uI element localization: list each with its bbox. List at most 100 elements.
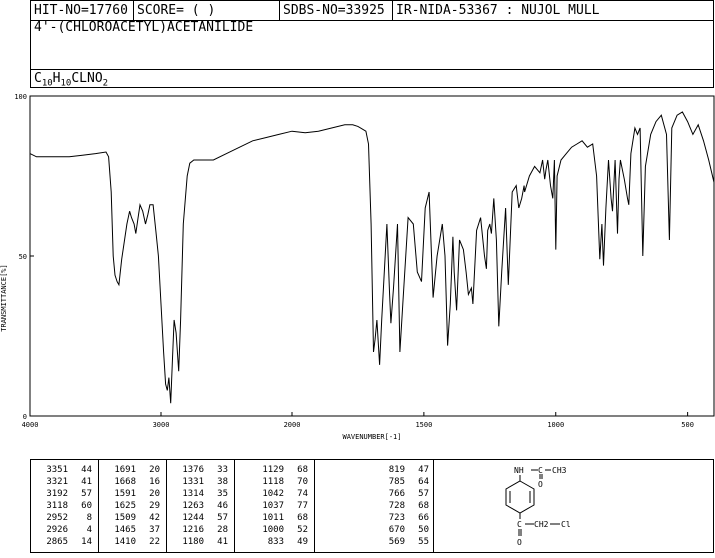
hit-number: HIT-NO=17760 [31,1,134,20]
peak-transmittance: 57 [418,489,429,499]
peak-wavenumber: 766 [388,489,405,499]
peak-wavenumber: 1129 [262,465,284,475]
spectrum-header: HIT-NO=17760 SCORE= ( ) SDBS-NO=33925 IR… [30,0,714,89]
peak-transmittance: 37 [149,525,160,535]
peak-transmittance: 20 [149,489,160,499]
score: SCORE= ( ) [134,1,280,20]
ketone-carbon-label: C [517,520,522,529]
peak-row: 833 49 [235,536,314,548]
peak-transmittance: 33 [217,465,228,475]
peak-transmittance: 28 [217,525,228,535]
peak-transmittance: 20 [149,465,160,475]
peak-wavenumber: 1042 [262,489,284,499]
peak-row: 1263 46 [167,500,234,512]
peak-transmittance: 60 [81,501,92,511]
peak-row: 1691 20 [99,464,166,476]
ir-spectrum-chart: 0 50 100 4000 3000 2000 1500 1000 500 TRANSMITT… [0,93,715,441]
peak-wavenumber: 723 [388,513,405,523]
peak-row: 1129 68 [235,464,314,476]
x-tick-label: 500 [681,421,694,429]
x-tick-label: 1500 [415,421,432,429]
peak-row: 1591 20 [99,488,166,500]
peak-wavenumber: 1314 [182,489,204,499]
spectrum-series [29,111,715,404]
peak-wavenumber: 1509 [114,513,136,523]
peak-wavenumber: 569 [388,537,405,547]
peak-wavenumber: 1263 [182,501,204,511]
peak-row: 1410 22 [99,536,166,548]
peak-row: 1668 16 [99,476,166,488]
ch2-label: CH2 [534,520,549,529]
peak-wavenumber: 1625 [114,501,136,511]
peak-transmittance: 49 [297,537,308,547]
ketone-oxygen-label: O [517,538,522,547]
peak-wavenumber: 670 [388,525,405,535]
peak-transmittance: 35 [217,489,228,499]
peak-wavenumber: 1000 [262,525,284,535]
peak-wavenumber: 1011 [262,513,284,523]
amide-oxygen-label: O [538,480,543,489]
peak-row: 819 47 [315,464,435,476]
peak-row: 2865 14 [31,536,98,548]
transmittance-line [29,111,715,404]
peak-row: 766 57 [315,488,435,500]
peak-transmittance: 50 [418,525,429,535]
peak-transmittance: 16 [149,477,160,487]
peak-transmittance: 74 [297,489,308,499]
y-tick-label: 100 [14,93,27,101]
peak-wavenumber: 728 [388,501,405,511]
peak-row: 1509 42 [99,512,166,524]
peak-transmittance: 57 [217,513,228,523]
peak-transmittance: 42 [149,513,160,523]
peak-transmittance: 68 [297,465,308,475]
peak-wavenumber: 2865 [46,537,68,547]
y-axis: 0 50 100 [14,93,34,421]
x-tick-label: 1000 [547,421,564,429]
peak-transmittance: 29 [149,501,160,511]
formula-divider [31,69,713,70]
ir-nida-info: IR-NIDA-53367 : NUJOL MULL [396,3,600,18]
peak-table: 3351 44 3321 41 3192 57 3118 60 2952 8 2926 4 2865 14… [30,459,434,553]
peak-transmittance: 38 [217,477,228,487]
sdbs-number: SDBS-NO=33925 [280,1,393,20]
peak-row: 1331 38 [167,476,234,488]
peak-wavenumber: 1691 [114,465,136,475]
peak-wavenumber: 3351 [46,465,68,475]
x-axis-label: WAVENUMBER[-1] [342,433,401,441]
peak-transmittance: 55 [418,537,429,547]
compound-name: 4'-(CHLOROACETYL)ACETANILIDE [34,20,254,35]
peak-row: 1314 35 [167,488,234,500]
y-axis-label: TRANSMITTANCE[%] [0,264,8,331]
peak-wavenumber: 1244 [182,513,204,523]
peak-row: 785 64 [315,476,435,488]
peak-wavenumber: 819 [388,465,405,475]
x-axis: 4000 3000 2000 1500 1000 500 [22,412,694,429]
peak-row: 3118 60 [31,500,98,512]
chlorine-label: Cl [561,520,571,529]
methyl-label: CH3 [552,466,567,475]
chemical-structure-diagram: NH C CH3 O C CH2 Cl O [505,466,571,547]
peak-row: 3192 57 [31,488,98,500]
peak-transmittance: 66 [418,513,429,523]
peak-transmittance: 46 [217,501,228,511]
peak-row: 1037 77 [235,500,314,512]
header-info-row: HIT-NO=17760 SCORE= ( ) SDBS-NO=33925 IR… [31,1,713,21]
peak-row: 1216 28 [167,524,234,536]
structure-panel: NH C CH3 O C CH2 Cl O [434,459,714,553]
peak-row: 723 66 [315,512,435,524]
peak-row: 1465 37 [99,524,166,536]
peak-transmittance: 64 [418,477,429,487]
peak-row: 2952 8 [31,512,98,524]
peak-transmittance: 77 [297,501,308,511]
nh-label: NH [514,466,524,475]
peak-row: 728 68 [315,500,435,512]
peak-row: 1244 57 [167,512,234,524]
peak-wavenumber: 1180 [182,537,204,547]
y-tick-label: 50 [19,253,27,261]
x-tick-label: 3000 [153,421,170,429]
x-tick-label: 2000 [284,421,301,429]
peak-row: 569 55 [315,536,435,548]
y-tick-label: 0 [23,413,27,421]
peak-wavenumber: 1216 [182,525,204,535]
peak-transmittance: 52 [297,525,308,535]
